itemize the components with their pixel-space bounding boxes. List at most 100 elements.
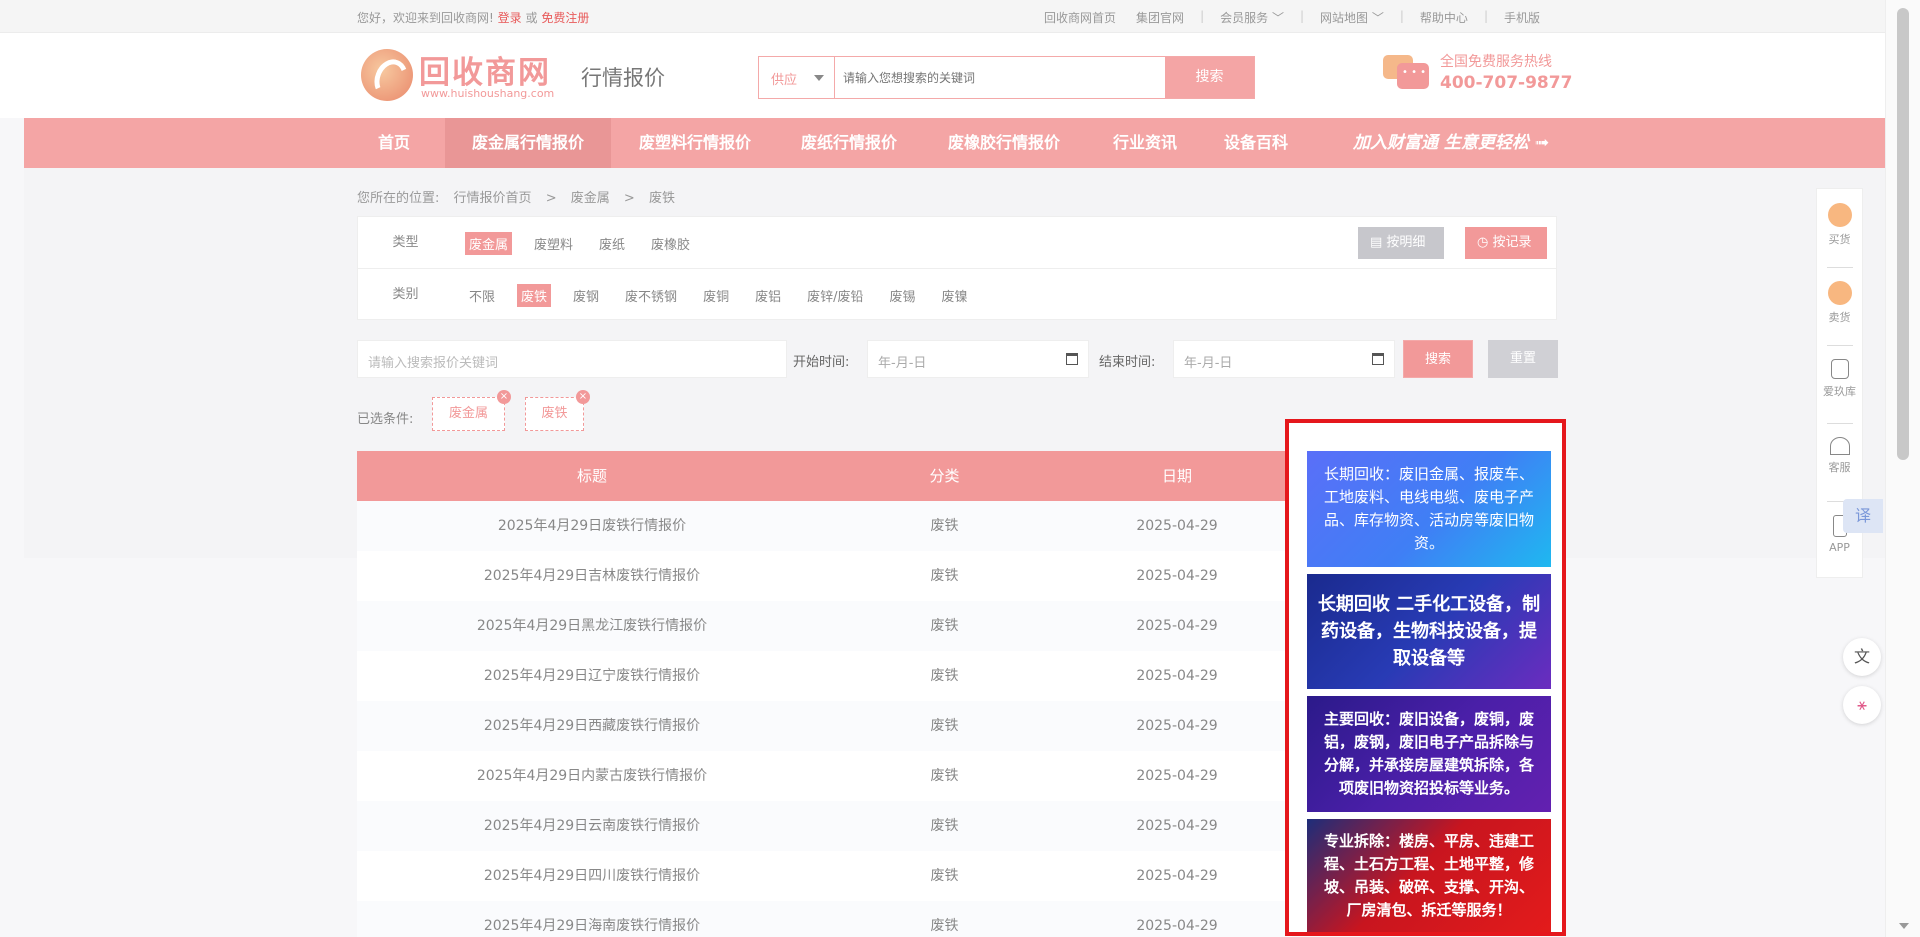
row-category: 废铁 [930,518,959,534]
login-link[interactable]: 登录 [498,11,522,25]
category-option[interactable]: 废铝 [751,284,785,307]
help-center-link[interactable]: 帮助中心 [1410,9,1478,26]
category-option[interactable]: 废不锈钢 [621,284,681,307]
sidebar-service[interactable]: 客服 [1817,423,1862,499]
category-option[interactable]: 不限 [465,284,499,307]
document-icon [1830,359,1849,379]
nav-plastic[interactable]: 废塑料行情报价 [611,118,779,168]
nav-paper[interactable]: 废纸行情报价 [779,118,919,168]
row-date: 2025-04-29 [1136,618,1218,634]
category-option[interactable]: 废镍 [938,284,972,307]
category-option[interactable]: 废锡 [885,284,919,307]
row-title[interactable]: 2025年4月29日黑龙江废铁行情报价 [357,601,827,651]
row-title[interactable]: 2025年4月29日海南废铁行情报价 [357,901,827,937]
search-input[interactable] [843,67,1163,89]
mail-icon [1827,203,1852,227]
row-category: 废铁 [930,868,959,884]
type-option[interactable]: 废橡胶 [647,232,694,255]
scroll-down-icon[interactable] [1899,923,1909,929]
query-row: 请输入搜索报价关键词 开始时间: 年-月-日 结束时间: 年-月-日 搜索 重置 [357,340,1558,380]
close-icon[interactable]: × [497,390,511,404]
table-row[interactable]: 2025年4月29日内蒙古废铁行情报价 废铁 2025-04-29 [357,751,1292,801]
row-title[interactable]: 2025年4月29日云南废铁行情报价 [357,801,827,851]
join-slogan-link[interactable]: 加入财富通 生意更轻松 ➟ [1353,118,1549,168]
breadcrumb-link[interactable]: 行情报价首页 [454,191,532,206]
search-button[interactable]: 搜索 [1165,57,1254,98]
table-row[interactable]: 2025年4月29日辽宁废铁行情报价 废铁 2025-04-29 [357,651,1292,701]
row-title[interactable]: 2025年4月29日西藏废铁行情报价 [357,701,827,751]
row-title[interactable]: 2025年4月29日辽宁废铁行情报价 [357,651,827,701]
ad-banner[interactable]: 长期回收 二手化工设备，制药设备，生物科技设备，提取设备等 [1307,574,1551,689]
sidebar-aijiuku[interactable]: 爱玖库 [1817,345,1862,421]
nav-equipment[interactable]: 设备百科 [1201,118,1311,168]
category-option[interactable]: 废铁 [517,284,552,307]
sitemap-link[interactable]: 网站地图 ﹀ [1310,9,1394,26]
table-row[interactable]: 2025年4月29日云南废铁行情报价 废铁 2025-04-29 [357,801,1292,851]
register-link[interactable]: 免费注册 [541,11,589,25]
logo[interactable]: 回收商网 www.huishoushang.com [361,47,566,103]
condition-tag[interactable]: 废铁 × [525,390,590,431]
table-row[interactable]: 2025年4月29日黑龙江废铁行情报价 废铁 2025-04-29 [357,601,1292,651]
category-option[interactable]: 废铜 [699,284,733,307]
network-icon[interactable]: ⚹ [1843,686,1881,724]
table-body: 2025年4月29日废铁行情报价 废铁 2025-04-29 2025年4月29日吉林… [357,501,1292,937]
nav-rubber[interactable]: 废橡胶行情报价 [919,118,1089,168]
nav-news[interactable]: 行业资讯 [1089,118,1201,168]
member-service-link[interactable]: 会员服务 ﹀ [1210,9,1294,26]
caret-down-icon [814,75,824,81]
translate-icon[interactable]: 文 [1843,638,1881,676]
search-type-select[interactable]: 供应 [759,57,835,98]
table-row[interactable]: 2025年4月29日四川废铁行情报价 废铁 2025-04-29 [357,851,1292,901]
start-time-label: 开始时间: [793,355,850,370]
mobile-link[interactable]: 手机版 [1494,9,1550,26]
condition-tag[interactable]: 废金属 × [432,390,511,431]
keyword-input[interactable]: 请输入搜索报价关键词 [357,340,787,378]
table-row[interactable]: 2025年4月29日废铁行情报价 废铁 2025-04-29 [357,501,1292,551]
calendar-icon [1066,353,1078,365]
separator: | [1299,9,1305,23]
sidebar-buy[interactable]: 买货 [1817,189,1862,265]
nav-metal[interactable]: 废金属行情报价 [445,118,611,168]
row-title[interactable]: 2025年4月29日内蒙古废铁行情报价 [357,751,827,801]
by-record-button[interactable]: ◷ 按记录 [1465,227,1547,259]
query-reset-button[interactable]: 重置 [1488,340,1558,378]
table-row[interactable]: 2025年4月29日海南废铁行情报价 废铁 2025-04-29 [357,901,1292,937]
category-option[interactable]: 废锌/废铅 [803,284,867,307]
row-title[interactable]: 2025年4月29日吉林废铁行情报价 [357,551,827,601]
row-date: 2025-04-29 [1136,668,1218,684]
home-link[interactable]: 回收商网首页 [1034,9,1126,26]
end-date-input[interactable]: 年-月-日 [1173,340,1395,378]
ad-banner[interactable]: 长期回收：废旧金属、报废车、工地废料、电线电缆、废电子产品、库存物资、活动房等废… [1307,451,1551,567]
type-option[interactable]: 废纸 [595,232,629,255]
category-option[interactable]: 废钢 [569,284,603,307]
row-title[interactable]: 2025年4月29日废铁行情报价 [357,501,827,551]
row-date: 2025-04-29 [1136,868,1218,884]
row-date: 2025-04-29 [1136,718,1218,734]
hotline: 全国免费服务热线 400-707-9877 [1380,51,1572,101]
type-option[interactable]: 废塑料 [530,232,577,255]
header: 回收商网 www.huishoushang.com 行情报价 供应 搜索 全国免… [0,33,1885,118]
group-site-link[interactable]: 集团官网 [1126,9,1194,26]
column-title: 标题 [576,467,607,485]
breadcrumb: 您所在的位置: 行情报价首页 > 废金属 > 废铁 [357,187,685,206]
row-title[interactable]: 2025年4月29日四川废铁行情报价 [357,851,827,901]
ad-banner[interactable]: 专业拆除：楼房、平房、违建工程、土石方工程、土地平整，修坡、吊装、破碎、支撑、开… [1307,819,1551,932]
breadcrumb-current: 废铁 [648,191,675,206]
type-option[interactable]: 废金属 [465,232,513,255]
top-bar: 您好，欢迎来到回收商网! 登录 或 免费注册 回收商网首页 集团官网 | 会员服… [0,0,1885,33]
query-search-button[interactable]: 搜索 [1403,340,1473,378]
close-icon[interactable]: × [576,390,590,404]
sidebar-sell[interactable]: 卖货 [1817,267,1862,343]
start-date-input[interactable]: 年-月-日 [867,340,1089,378]
row-category: 废铁 [930,918,959,934]
breadcrumb-link[interactable]: 废金属 [571,191,610,206]
table-row[interactable]: 2025年4月29日吉林废铁行情报价 废铁 2025-04-29 [357,551,1292,601]
table-row[interactable]: 2025年4月29日西藏废铁行情报价 废铁 2025-04-29 [357,701,1292,751]
breadcrumb-prefix: 您所在的位置: [357,191,440,206]
nav-home[interactable]: 首页 [360,118,428,168]
scrollbar[interactable] [1885,0,1920,937]
ad-banner[interactable]: 主要回收：废旧设备，废铜，废铝，废钢，废旧电子产品拆除与分解，并承接房屋建筑拆除… [1307,696,1551,812]
scrollbar-thumb[interactable] [1897,8,1909,460]
by-detail-button[interactable]: ▤ 按明细 [1358,227,1444,259]
translate-tab[interactable]: 译 [1843,499,1883,533]
